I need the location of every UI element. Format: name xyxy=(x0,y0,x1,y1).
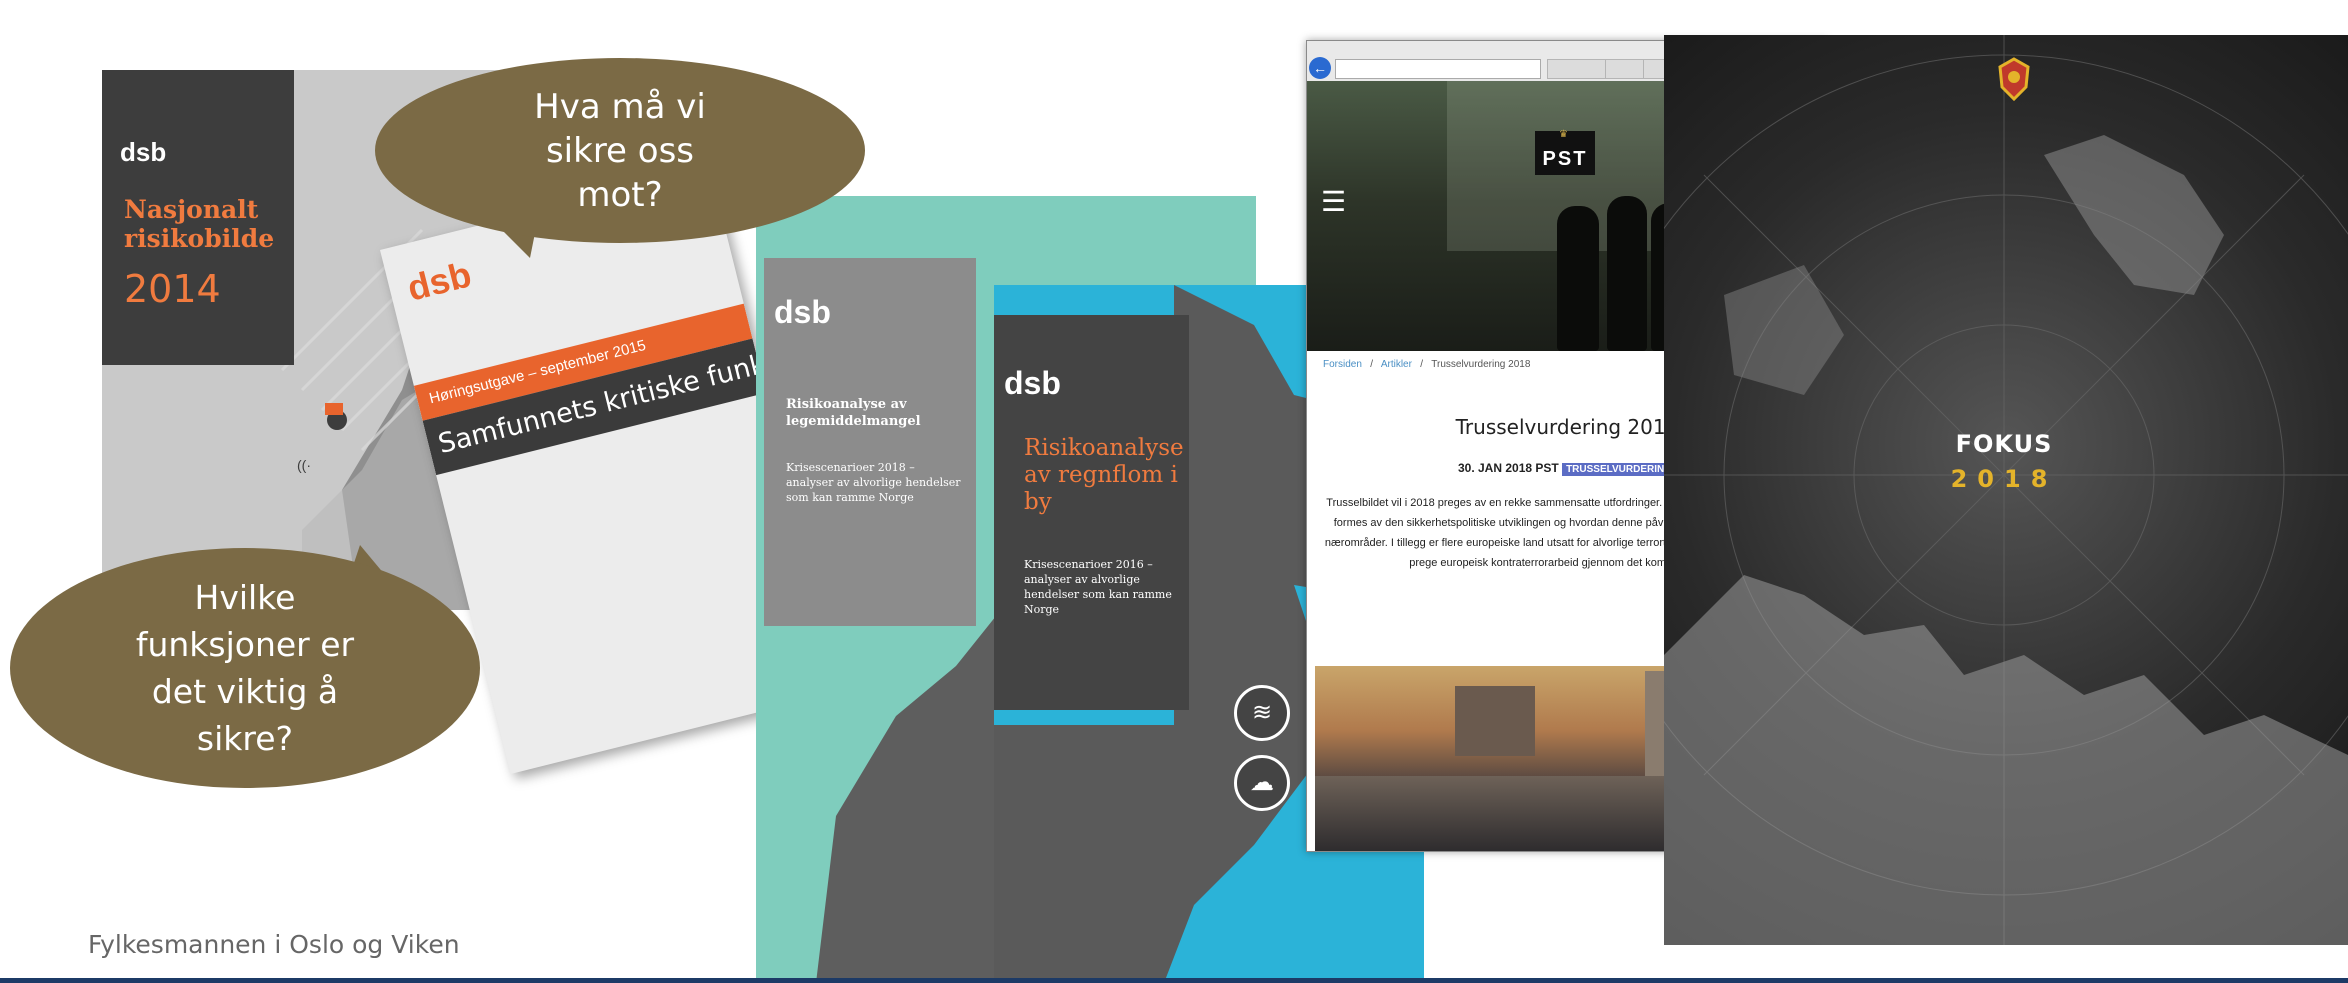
cover-fokus-2018: FOKUS 2018 xyxy=(1664,35,2348,945)
breadcrumb-separator: / xyxy=(1414,359,1429,370)
crown-icon: ♛ xyxy=(1559,129,1568,140)
building xyxy=(1455,686,1535,756)
dsb-logo: dsb xyxy=(1004,365,1061,401)
cover-title: FOKUS xyxy=(1955,430,2053,458)
address-bar[interactable] xyxy=(1335,59,1541,79)
speech-bubble-top: Hva må vi sikre oss mot? xyxy=(375,58,865,243)
browser-tab[interactable] xyxy=(1605,59,1645,79)
cover-title: Risikoanalyse av regnflom i by xyxy=(1024,435,1184,515)
person-silhouette xyxy=(1607,196,1647,351)
back-arrow-icon[interactable]: ← xyxy=(1309,57,1331,79)
cover-subtitle: Krisescenarioer 2018 – analyser av alvor… xyxy=(786,461,961,504)
browser-tab[interactable] xyxy=(1547,59,1607,79)
breadcrumb-separator: / xyxy=(1364,359,1379,370)
article-date: 30. JAN 2018 PST xyxy=(1457,461,1559,475)
breadcrumb-home-link[interactable]: Forsiden xyxy=(1323,359,1362,370)
flood-icon: ≋ xyxy=(1234,685,1290,741)
breadcrumb-section-link[interactable]: Artikler xyxy=(1381,359,1412,370)
hamburger-menu-icon[interactable]: ☰ xyxy=(1321,185,1346,218)
person-silhouette xyxy=(1557,206,1599,351)
cover-title-panel: dsb Nasjonalt risikobilde 2014 xyxy=(102,70,294,365)
speech-bubble-text: Hvilke funksjoner er det viktig å sikre? xyxy=(135,578,355,758)
svg-text:((·: ((· xyxy=(297,457,311,473)
dsb-logo: dsb xyxy=(403,253,476,309)
rain-cloud-icon: ☁ xyxy=(1234,755,1290,811)
speech-bubble-text: Hva må vi sikre oss mot? xyxy=(534,86,706,215)
dsb-logo: dsb xyxy=(774,294,831,330)
speech-bubble-bottom: Hvilke funksjoner er det viktig å sikre? xyxy=(10,548,480,788)
footer-line xyxy=(0,978,2348,983)
crest-icon xyxy=(1998,57,2030,101)
cover-subtitle: Krisescenarioer 2016 – analyser av alvor… xyxy=(1024,558,1172,616)
dsb-logo: dsb xyxy=(120,137,167,167)
breadcrumb-current: Trusselvurdering 2018 xyxy=(1431,359,1531,370)
breadcrumb: Forsiden / Artikler / Trusselvurdering 2… xyxy=(1323,359,1530,370)
article-tag[interactable]: TRUSSELVURDERING xyxy=(1562,463,1676,476)
cover-year: 2014 xyxy=(124,267,221,311)
footer-text: Fylkesmannen i Oslo og Viken xyxy=(88,930,460,959)
cover-year: 2018 xyxy=(1950,465,2058,493)
cover-title: Risikoanalyse av legemiddelmangel xyxy=(786,397,921,429)
cover-title: Nasjonalt risikobilde xyxy=(124,195,275,253)
